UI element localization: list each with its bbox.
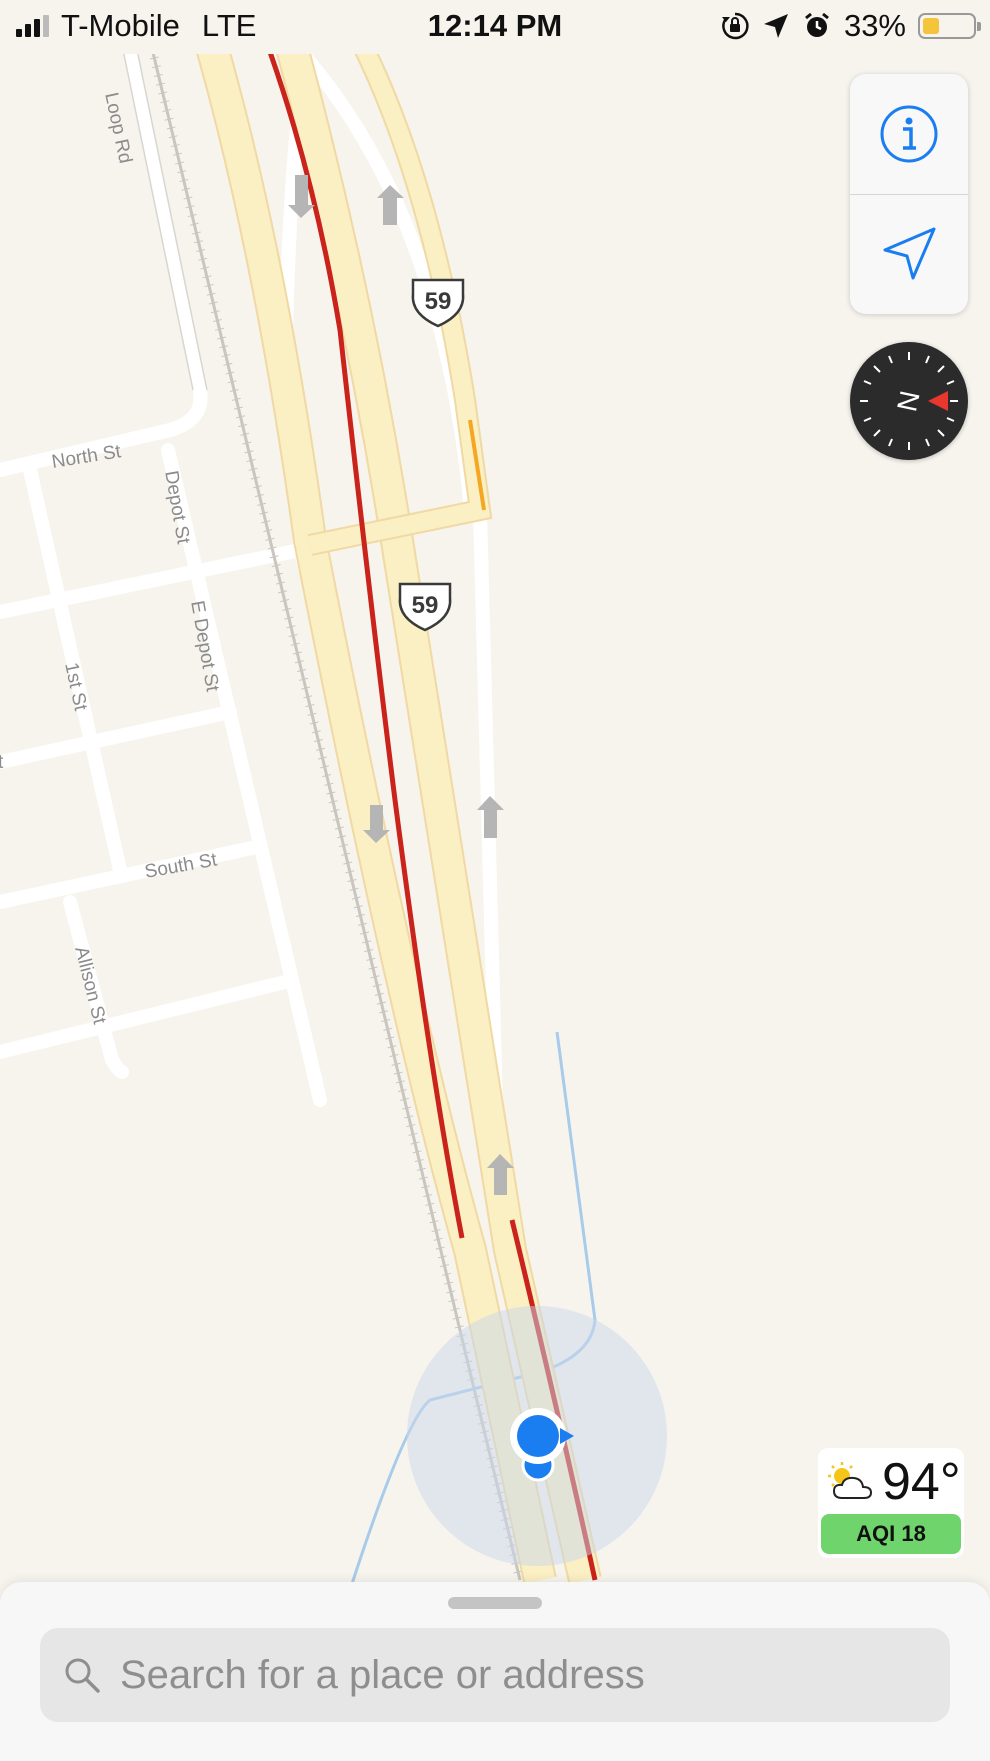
street-label-t: t (0, 752, 4, 773)
network-type: LTE (201, 8, 257, 43)
map-controls (850, 74, 968, 314)
compass-north-label: N (891, 388, 926, 414)
weather-temp-row: 94° (824, 1452, 961, 1512)
location-arrow-icon (883, 227, 936, 280)
bottom-sheet[interactable] (0, 1582, 990, 1761)
weather-widget[interactable]: 94° AQI 18 (818, 1448, 964, 1558)
rotation-lock-icon (721, 12, 749, 40)
location-services-icon (763, 14, 788, 38)
partly-cloudy-icon (828, 1462, 873, 1499)
temperature: 94° (882, 1453, 961, 1511)
map-info-button[interactable] (850, 74, 968, 194)
highway-shield-number: 59 (424, 288, 452, 315)
aqi-badge: AQI 18 (821, 1514, 961, 1554)
status-bar: T-Mobile LTE 12:14 PM 33% (0, 0, 990, 54)
carrier-name: T-Mobile (61, 8, 180, 43)
search-icon (65, 1658, 100, 1693)
highway-shield-59: 59 (409, 276, 467, 328)
user-location (407, 1306, 667, 1566)
highway-shield-number: 59 (411, 592, 439, 619)
compass-button[interactable]: N (850, 342, 968, 460)
search-bar[interactable] (40, 1628, 950, 1722)
status-left: T-Mobile LTE (16, 8, 256, 44)
battery-percent: 33% (843, 8, 906, 43)
search-input[interactable] (118, 1651, 942, 1699)
info-icon (880, 105, 938, 163)
highway-shield-59: 59 (396, 580, 454, 632)
status-right: 33% (720, 8, 981, 44)
current-location-button[interactable] (850, 194, 968, 314)
compass-icon: N (860, 352, 958, 450)
battery-icon (918, 13, 981, 39)
signal-strength-icon (16, 15, 49, 37)
sheet-grabber-handle[interactable] (448, 1597, 542, 1609)
maps-app: Loop Rd North St Depot St E Depot St 1st… (0, 0, 990, 1761)
alarm-icon (805, 12, 829, 37)
